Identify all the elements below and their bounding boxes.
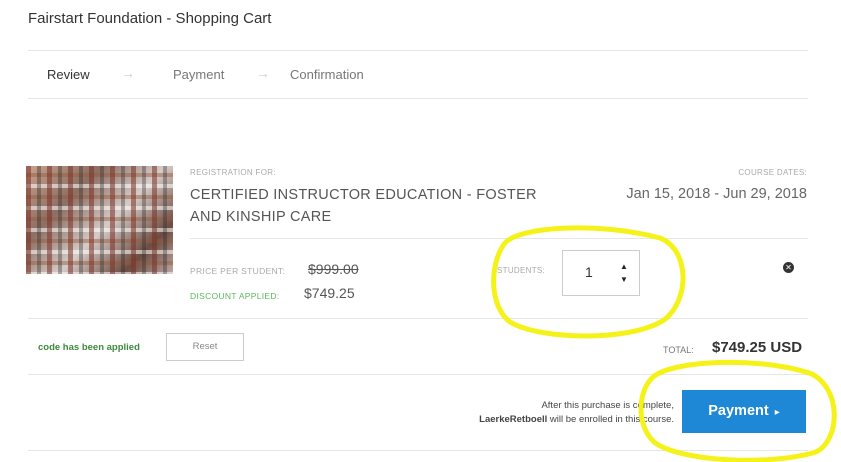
enrollment-notice: After this purchase is complete, LaerkeR…	[420, 399, 674, 427]
course-thumbnail	[26, 166, 173, 274]
discounted-price: $749.25	[304, 285, 355, 301]
notice-suffix: will be enrolled in this course.	[547, 414, 674, 425]
discount-applied-label: DISCOUNT APPLIED:	[190, 291, 280, 301]
course-dates: Jan 15, 2018 - Jun 29, 2018	[626, 186, 807, 202]
course-title-line: AND KINSHIP CARE	[190, 209, 332, 225]
quantity-value[interactable]: 1	[585, 264, 593, 280]
divider	[28, 50, 808, 51]
total-amount: $749.25 USD	[712, 339, 803, 356]
enrolled-username: LaerkeRetboell	[479, 414, 548, 425]
divider	[28, 450, 808, 451]
payment-button-label: Payment	[708, 403, 769, 419]
step-arrow-icon: →	[121, 65, 135, 81]
total-label: TOTAL:	[663, 345, 694, 355]
step-confirmation[interactable]: Confirmation	[290, 67, 364, 82]
checkout-steps: Review → Payment → Confirmation	[28, 52, 808, 98]
coupon-applied-message: code has been applied	[38, 342, 140, 353]
divider	[28, 374, 808, 375]
step-review[interactable]: Review	[47, 67, 90, 82]
divider	[28, 98, 808, 99]
quantity-stepper[interactable]: 1 ▲ ▼	[562, 250, 640, 296]
course-title-line: CERTIFIED INSTRUCTOR EDUCATION - FOSTER	[190, 187, 537, 203]
remove-item-icon[interactable]: ✕	[783, 262, 794, 273]
reset-button[interactable]: Reset	[166, 333, 244, 361]
increment-icon[interactable]: ▲	[619, 262, 629, 272]
payment-button[interactable]: Payment ▸	[682, 390, 806, 433]
decrement-icon[interactable]: ▼	[619, 275, 629, 285]
page-title: Fairstart Foundation - Shopping Cart	[28, 10, 272, 27]
original-price: $999.00	[308, 261, 359, 277]
divider	[190, 238, 808, 239]
students-label: STUDENTS:	[497, 266, 546, 275]
registration-label: REGISTRATION FOR:	[190, 168, 276, 177]
chevron-right-icon: ▸	[774, 407, 780, 418]
notice-line: LaerkeRetboell will be enrolled in this …	[420, 413, 674, 427]
notice-line: After this purchase is complete,	[541, 400, 674, 411]
step-payment[interactable]: Payment	[173, 67, 224, 82]
step-arrow-icon: →	[256, 65, 270, 81]
course-dates-label: COURSE DATES:	[738, 168, 807, 177]
course-title: CERTIFIED INSTRUCTOR EDUCATION - FOSTER …	[190, 184, 550, 228]
divider	[28, 318, 808, 319]
price-per-student-label: PRICE PER STUDENT:	[190, 266, 286, 276]
